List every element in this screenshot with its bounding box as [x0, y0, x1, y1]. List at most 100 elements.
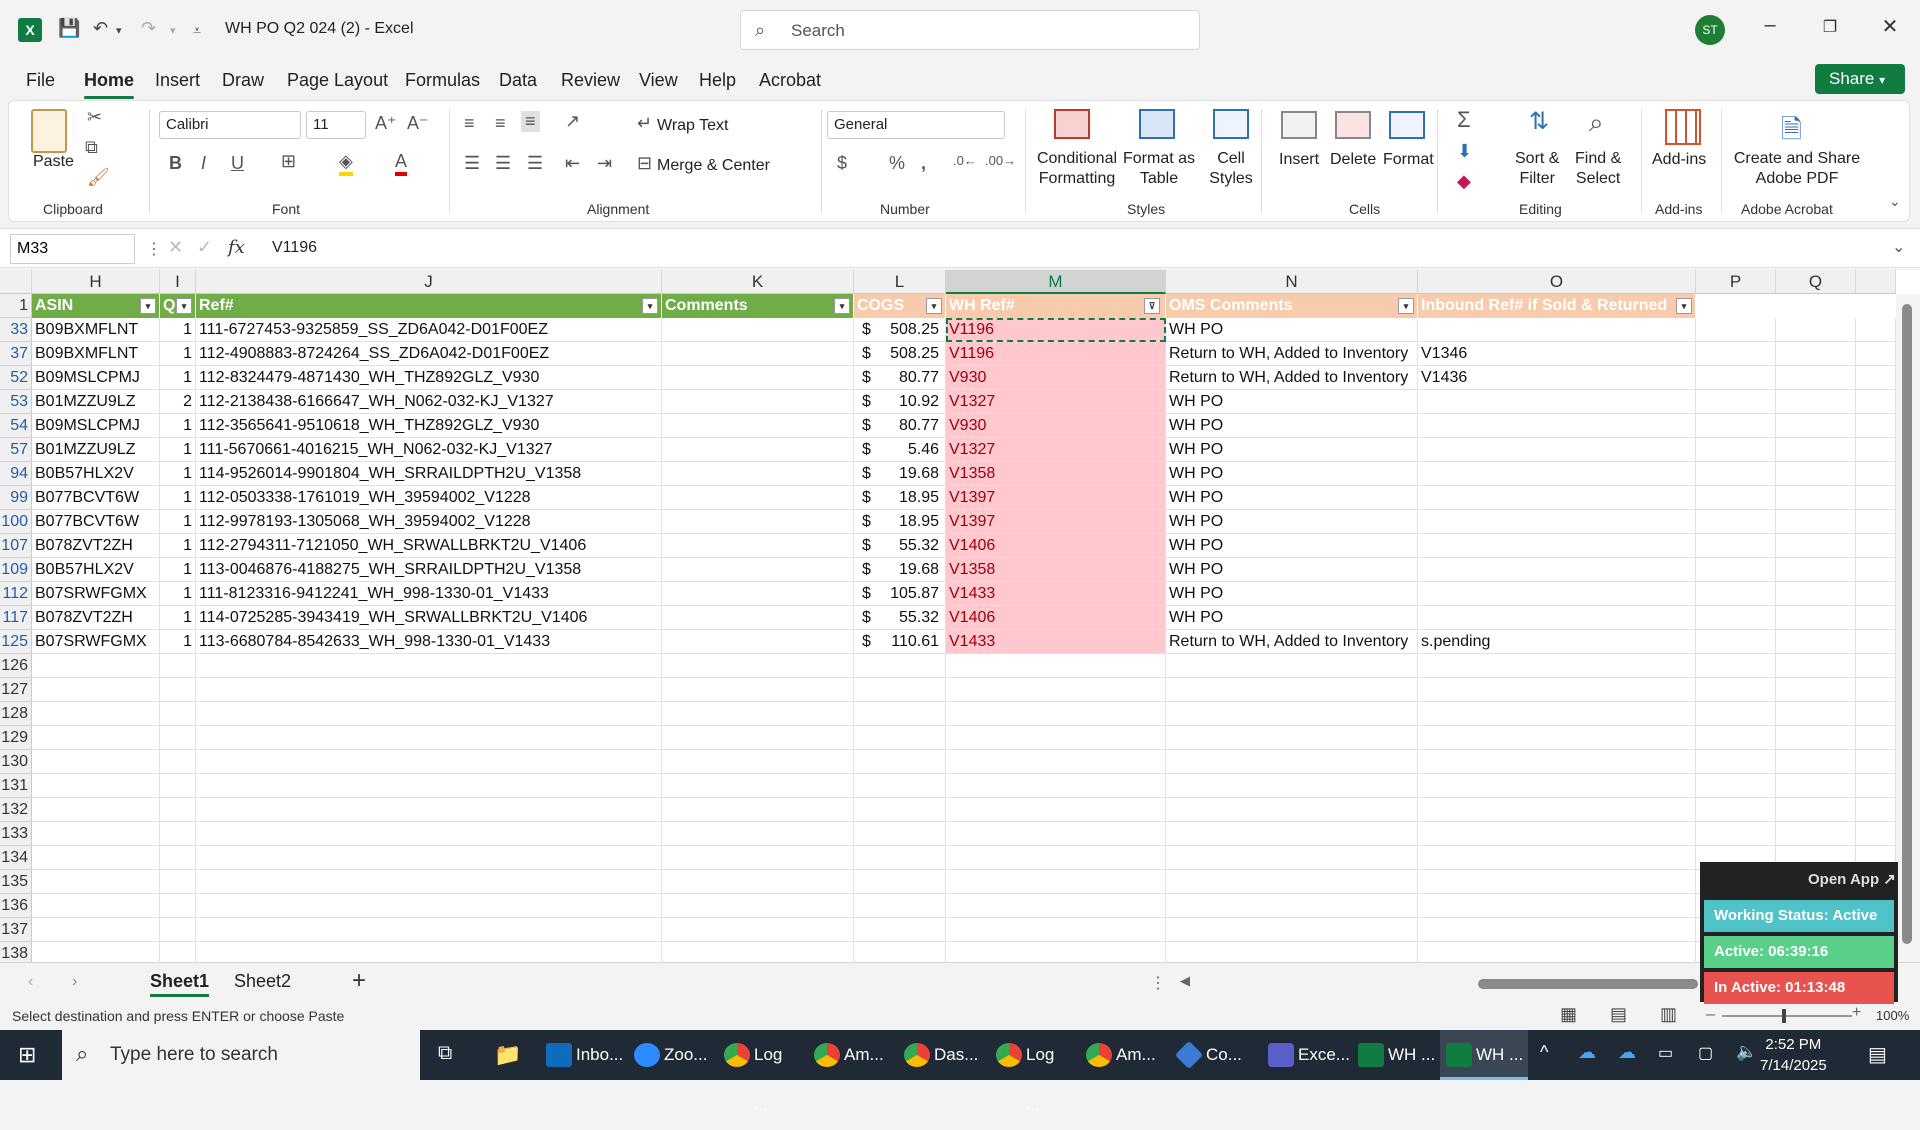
taskbar-app-chrome-am-2[interactable]: Am...	[1080, 1030, 1158, 1080]
table-cell[interactable]	[662, 702, 854, 726]
table-cell[interactable]: WH PO	[1166, 414, 1418, 438]
table-cell[interactable]: WH PO	[1166, 510, 1418, 534]
table-cell[interactable]	[662, 318, 854, 342]
table-cell[interactable]: B09BXMFLNT	[32, 318, 160, 342]
table-cell[interactable]: V1327	[946, 390, 1166, 414]
table-cell[interactable]	[1418, 486, 1696, 510]
horizontal-scroll-thumb[interactable]	[1478, 979, 1698, 989]
windows-start-icon[interactable]: ⊞	[18, 1042, 36, 1068]
table-cell[interactable]	[946, 870, 1166, 894]
table-cell[interactable]	[1166, 846, 1418, 870]
table-cell[interactable]: Return to WH, Added to Inventory	[1166, 366, 1418, 390]
worksheet-grid[interactable]: H I J K L M N O P Q 1 ASIN ▾ Q ▾ Ref# ▾ Com…	[0, 270, 1920, 962]
table-cell[interactable]: B078ZVT2ZH	[32, 606, 160, 630]
table-cell[interactable]: 114-9526014-9901804_WH_SRRAILDPTH2U_V135…	[196, 462, 662, 486]
table-cell[interactable]: WH PO	[1166, 606, 1418, 630]
table-cell[interactable]	[946, 750, 1166, 774]
table-cell[interactable]	[662, 918, 854, 942]
table-cell[interactable]: 1	[160, 366, 196, 390]
table-cell[interactable]: V1397	[946, 510, 1166, 534]
row-header[interactable]: 37	[0, 342, 32, 366]
table-cell[interactable]: WH PO	[1166, 486, 1418, 510]
table-cell[interactable]	[1696, 414, 1776, 438]
table-cell[interactable]: Return to WH, Added to Inventory	[1166, 630, 1418, 654]
table-cell[interactable]: 1	[160, 630, 196, 654]
fill-color-icon[interactable]: ◈	[339, 151, 353, 176]
table-cell[interactable]	[1166, 726, 1418, 750]
table-cell[interactable]: B09MSLCPMJ	[32, 366, 160, 390]
table-cell[interactable]	[662, 774, 854, 798]
next-sheet-icon[interactable]: ›	[72, 973, 77, 991]
table-cell[interactable]	[160, 822, 196, 846]
table-cell[interactable]: WH PO	[1166, 534, 1418, 558]
table-cell[interactable]	[662, 726, 854, 750]
sheet-tab-sheet2[interactable]: Sheet2	[234, 971, 291, 992]
table-cell[interactable]	[1418, 798, 1696, 822]
table-cell[interactable]	[1418, 318, 1696, 342]
filter-dropdown-icon[interactable]: ▾	[1676, 298, 1692, 314]
zoom-level[interactable]: 100%	[1876, 1008, 1909, 1023]
table-cell[interactable]	[1166, 822, 1418, 846]
notifications-icon[interactable]: ▤	[1868, 1042, 1887, 1067]
table-cell[interactable]	[662, 390, 854, 414]
table-cell[interactable]	[1776, 558, 1856, 582]
normal-view-icon[interactable]: ▦	[1560, 1004, 1577, 1025]
table-cell[interactable]	[662, 870, 854, 894]
table-cell[interactable]	[946, 822, 1166, 846]
wrap-text-button[interactable]: Wrap Text	[657, 117, 728, 135]
table-cell[interactable]	[1418, 654, 1696, 678]
table-cell[interactable]	[160, 870, 196, 894]
table-cell[interactable]: 112-8324479-4871430_WH_THZ892GLZ_V930	[196, 366, 662, 390]
minimize-icon[interactable]: –	[1750, 14, 1790, 37]
system-clock[interactable]: 2:52 PM 7/14/2025	[1760, 1034, 1827, 1076]
zoom-slider-thumb[interactable]	[1782, 1009, 1786, 1023]
table-cell[interactable]	[662, 678, 854, 702]
table-cell[interactable]	[32, 894, 160, 918]
table-cell[interactable]	[662, 462, 854, 486]
tab-insert[interactable]: Insert	[155, 70, 200, 91]
taskbar-search[interactable]: ⌕ Type here to search	[62, 1030, 420, 1080]
paste-button[interactable]: Paste	[33, 153, 74, 171]
table-cell[interactable]	[662, 654, 854, 678]
table-cell[interactable]	[946, 702, 1166, 726]
table-cell[interactable]	[1856, 438, 1896, 462]
show-hidden-icons-icon[interactable]: ^	[1540, 1042, 1548, 1063]
table-cell[interactable]: 113-6680784-8542633_WH_998-1330-01_V1433	[196, 630, 662, 654]
table-cell[interactable]: WH PO	[1166, 438, 1418, 462]
table-cell[interactable]	[1418, 942, 1696, 962]
table-cell[interactable]	[946, 918, 1166, 942]
table-cell[interactable]	[1856, 414, 1896, 438]
column-header-q[interactable]: Q	[1776, 270, 1856, 294]
table-cell[interactable]: 1	[160, 534, 196, 558]
column-header-h[interactable]: H	[32, 270, 160, 294]
column-header-l[interactable]: L	[854, 270, 946, 294]
table-cell[interactable]	[1776, 702, 1856, 726]
delete-cells-button[interactable]: Delete	[1330, 151, 1376, 169]
table-cell[interactable]	[854, 918, 946, 942]
table-cell[interactable]	[1696, 750, 1776, 774]
table-cell[interactable]: WH PO	[1166, 558, 1418, 582]
align-center-icon[interactable]: ☰	[495, 153, 511, 174]
tab-draw[interactable]: Draw	[222, 70, 264, 91]
table-cell[interactable]	[1856, 342, 1896, 366]
filter-dropdown-icon[interactable]: ▾	[1398, 298, 1414, 314]
table-cell[interactable]: 113-0046876-4188275_WH_SRRAILDPTH2U_V135…	[196, 558, 662, 582]
table-cell[interactable]: V1406	[946, 606, 1166, 630]
table-cell[interactable]	[1166, 654, 1418, 678]
increase-decimal-icon[interactable]: .0←	[953, 153, 977, 168]
table-cell[interactable]	[662, 366, 854, 390]
vertical-scrollbar[interactable]	[1896, 294, 1920, 962]
table-cell[interactable]: 1	[160, 462, 196, 486]
select-all-corner[interactable]	[0, 270, 32, 294]
table-cell[interactable]	[1856, 702, 1896, 726]
table-cell[interactable]: $18.95	[854, 486, 946, 510]
table-cell[interactable]	[662, 486, 854, 510]
autosum-icon[interactable]: Σ	[1457, 107, 1471, 133]
currency-icon[interactable]: $	[837, 153, 847, 174]
redo-dropdown-icon[interactable]: ▾	[170, 24, 176, 37]
filter-dropdown-icon[interactable]: ▾	[926, 298, 942, 314]
table-cell[interactable]	[1418, 750, 1696, 774]
align-top-icon[interactable]: ≡	[464, 113, 475, 134]
search-box[interactable]: ⌕ Search	[740, 10, 1200, 50]
taskbar-app-teams[interactable]: Exce...	[1262, 1030, 1350, 1080]
